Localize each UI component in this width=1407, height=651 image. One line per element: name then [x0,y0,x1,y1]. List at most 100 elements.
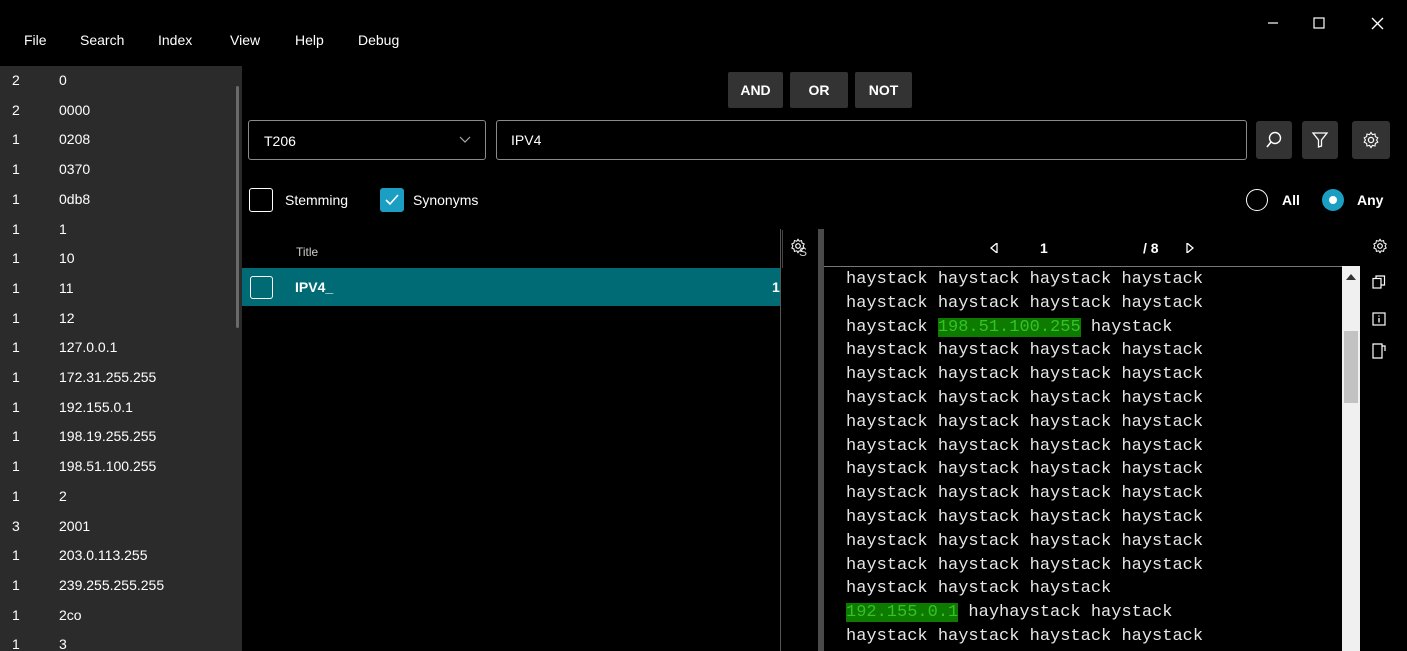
index-term-row[interactable]: 13 [0,630,242,651]
gear-icon [1373,238,1387,254]
search-settings-button[interactable] [1352,121,1390,159]
viewer-scrollbar[interactable] [1342,266,1360,651]
result-row-checkbox[interactable] [250,276,273,299]
index-term-row[interactable]: 2 0000 [0,96,242,126]
info-button[interactable] [1372,312,1386,331]
index-term-row[interactable]: 1 203.0.113.255 [0,541,242,571]
result-row[interactable]: IPV4_ 1 [242,268,780,306]
index-term-count: 1 [12,606,20,623]
search-button[interactable] [1256,121,1292,159]
index-term-label: 198.19.255.255 [59,428,157,445]
result-title: IPV4_ [295,279,334,295]
document-text: haystack haystack haystack haystack [846,365,1204,385]
index-term-count: 3 [12,517,20,534]
scrollbar-thumb[interactable] [1344,331,1358,403]
index-term-row[interactable]: 1 239.255.255.255 [0,571,242,601]
index-term-row[interactable]: 11 [0,215,242,245]
document-line: haystack haystack haystack haystack [846,532,1203,551]
index-term-count: 1 [12,398,20,415]
document-line: haystack 198.51.100.255 haystack [846,317,1172,337]
any-label: Any [1357,192,1384,208]
index-term-count: 1 [12,636,20,651]
search-input[interactable] [511,132,1211,148]
any-radio[interactable] [1322,189,1344,211]
stemming-label: Stemming [285,192,349,208]
index-term-row[interactable]: 20 [0,66,242,96]
index-term-label: 0208 [59,131,91,148]
gear-icon [791,238,805,254]
or-button[interactable]: OR [790,72,848,108]
document-text: haystack haystack haystack haystack [846,293,1204,313]
and-button[interactable]: AND [728,72,783,108]
close-button[interactable] [1354,8,1400,38]
document-line: haystack haystack haystack haystack [846,365,1203,384]
all-radio[interactable] [1246,189,1268,211]
results-settings-button[interactable] [790,238,806,259]
index-term-row[interactable]: 1 0208 [0,125,242,155]
index-term-row[interactable]: 1 10 [0,244,242,274]
index-term-list[interactable]: 2 0 2 0000 1 0208 1 0370 1 0db8 1 1 1 10 1 11 1 12 1 127.0.… [0,66,242,651]
menu-debug[interactable]: Debug [358,32,399,48]
maximize-button[interactable] [1296,8,1342,38]
minimize-button[interactable] [1250,8,1296,38]
index-term-row[interactable]: 1 0370 [0,155,242,185]
document-line: haystack haystack haystack haystack [846,341,1203,360]
index-term-row[interactable]: 1 2co [0,601,242,631]
menu-bar: File Search Index View Help Debug [0,0,1407,66]
document-text: haystack haystack haystack haystack [846,531,1204,551]
index-term-count: 1 [12,547,20,564]
index-term-row[interactable]: 1 12 [0,304,242,334]
next-page-icon[interactable] [1186,243,1194,253]
document-viewer[interactable]: haystack haystack haystack haystack hayst… [824,266,1342,651]
menu-index[interactable]: Index [158,32,192,48]
index-term-row[interactable]: 1 127.0.0.1 [0,333,242,363]
menu-help[interactable]: Help [295,32,324,48]
column-title[interactable]: Title [296,245,318,259]
filter-icon [1311,132,1329,148]
not-button[interactable]: NOT [855,72,912,108]
document-text: haystack haystack haystack haystack [846,555,1204,575]
current-page[interactable]: 1 [1040,240,1048,256]
column-divider[interactable] [782,230,783,268]
document-text: haystack haystack haystack haystack [846,460,1204,480]
document-line: haystack haystack haystack haystack [846,460,1203,479]
synonyms-checkbox[interactable] [380,188,404,212]
result-s-value: 1 [772,279,780,295]
copy-button[interactable] [1372,275,1386,294]
index-term-label: 2 [59,487,67,504]
stemming-checkbox[interactable] [249,188,273,212]
index-term-label: 11 [59,279,74,296]
index-term-row[interactable]: 1 192.155.0.1 [0,393,242,423]
viewer-settings-button[interactable] [1372,238,1388,259]
index-term-label: 0370 [59,161,91,178]
document-line: 192.155.0.1 hayhaystack haystack [846,603,1172,623]
index-term-count: 1 [12,339,20,356]
index-term-row[interactable]: 1 198.19.255.255 [0,422,242,452]
index-term-row[interactable]: 1 172.31.255.255 [0,363,242,393]
index-term-label: 1 [59,220,67,237]
scroll-up-icon[interactable] [1346,274,1356,280]
index-term-row[interactable]: 1 198.51.100.255 [0,452,242,482]
index-term-label: 198.51.100.255 [59,458,157,475]
index-term-label: 10 [59,250,75,267]
previous-page-icon[interactable] [990,243,998,253]
document-text: haystack haystack haystack haystack [846,484,1204,504]
index-selector[interactable]: T206 [248,120,486,160]
info-icon [1372,312,1386,326]
index-term-count: 1 [12,220,20,237]
menu-file[interactable]: File [24,32,47,48]
menu-view[interactable]: View [230,32,260,48]
menu-search[interactable]: Search [80,32,124,48]
index-term-row[interactable]: 12 [0,482,242,512]
index-term-label: 172.31.255.255 [59,369,157,385]
index-term-row[interactable]: 1 0db8 [0,185,242,215]
open-document-button[interactable] [1372,343,1386,364]
document-text: haystack haystack haystack [846,579,1112,599]
search-icon [1266,131,1282,148]
index-term-label: 2co [59,606,82,623]
index-term-row[interactable]: 3 2001 [0,512,242,542]
filter-button[interactable] [1302,121,1338,159]
index-term-row[interactable]: 1 11 [0,274,242,304]
index-scrollbar[interactable] [236,86,239,328]
index-term-label: 0db8 [59,190,91,207]
